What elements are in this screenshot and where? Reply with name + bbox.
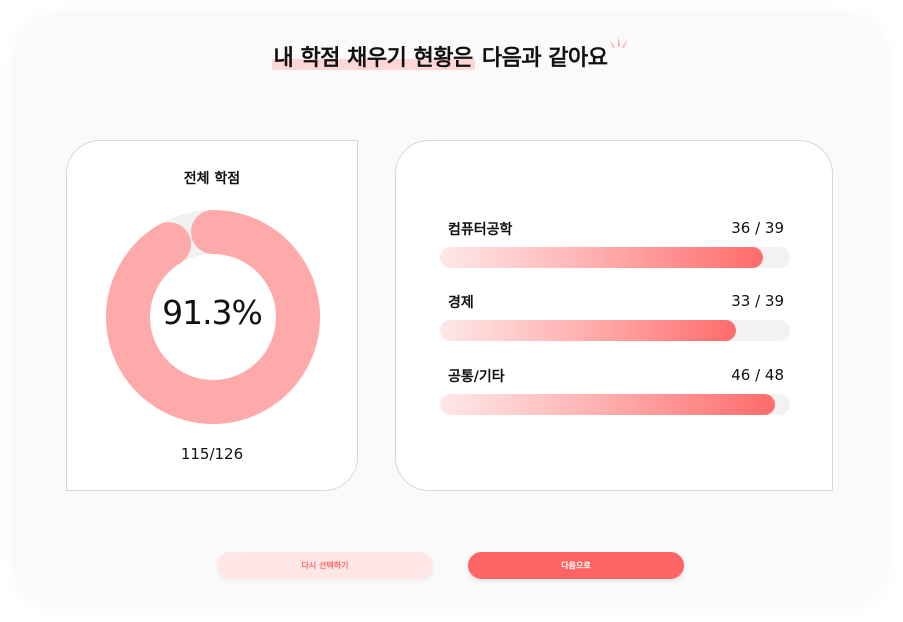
reselect-button[interactable]: 다시 선택하기 [217,552,433,579]
title-highlight: 내 학점 채우기 현황은 [271,46,475,71]
subject-progress-fill [440,394,776,415]
subject-count: 36 / 39 [731,219,784,237]
subject-progress-fill [440,247,764,268]
sparkle-icon [610,37,629,48]
subject-name: 공통/기타 [448,369,505,385]
subject-progress-track [440,320,790,341]
next-button[interactable]: 다음으로 [468,552,684,579]
total-credits-label: 전체 학점 [183,171,241,187]
subject-name: 컴퓨터공학 [448,222,513,238]
subject-count: 46 / 48 [731,366,784,384]
subject-name: 경제 [448,295,474,311]
total-credits-card: 전체 학점 91.3% 115/126 [66,140,358,491]
page-title: 내 학점 채우기 현황은 다음과 같아요 [0,37,903,72]
subject-credits-card: 컴퓨터공학 36 / 39 경제 33 / 39 공통/기타 46 / 48 [395,140,833,491]
subject-progress-track [440,394,790,415]
total-percent: 91.3% [162,293,263,332]
subject-progress-track [440,247,790,268]
subject-count: 33 / 39 [731,292,784,310]
subject-progress-fill [440,320,737,341]
total-fraction: 115/126 [180,445,244,463]
title-rest: 다음과 같아요 [474,46,608,71]
